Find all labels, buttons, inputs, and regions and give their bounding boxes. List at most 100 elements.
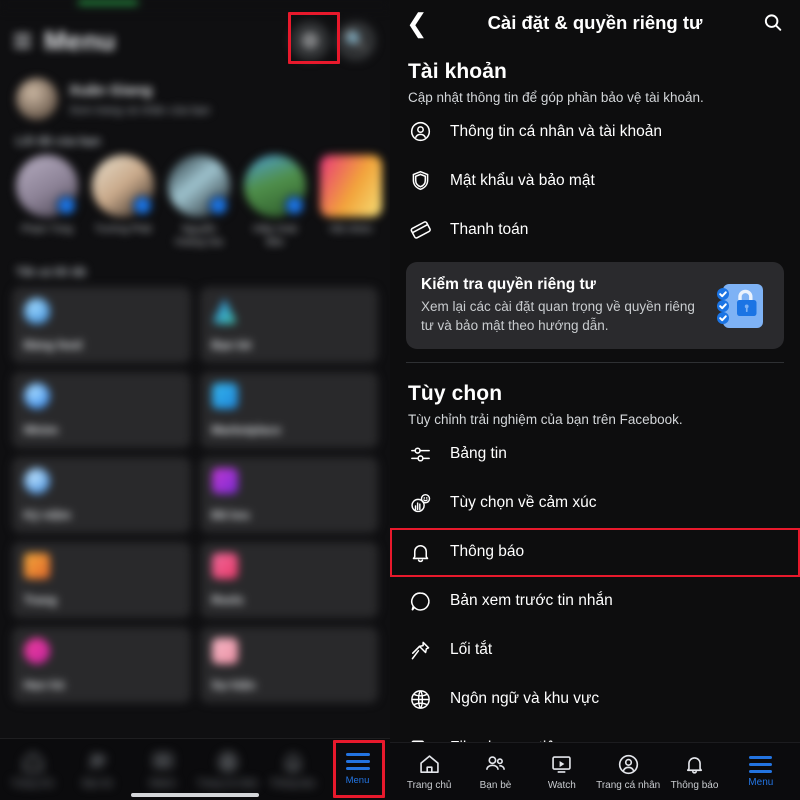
avatar xyxy=(16,78,58,120)
settings-item-personal-info[interactable]: Thông tin cá nhân và tài khoản xyxy=(390,107,800,156)
section-description: Tùy chỉnh trải nghiệm của bạn trên Faceb… xyxy=(408,412,683,428)
list-item[interactable]: Reels xyxy=(199,542,378,618)
pin-icon xyxy=(408,638,433,663)
sidebar-item-label: Thông báo xyxy=(269,777,316,789)
settings-item-label: Ngôn ngữ và khu vực xyxy=(450,690,600,708)
marketplace-icon xyxy=(211,383,238,409)
pages-icon xyxy=(24,553,50,579)
preferences-section-header: Tùy chọn Tùy chỉnh trải nghiệm của bạn t… xyxy=(390,368,800,429)
sidebar-item-watch[interactable]: Watch xyxy=(130,751,195,789)
list-item[interactable]: Nguyễn Hoàng Gia xyxy=(168,155,230,249)
tile-label: Nhóm xyxy=(24,423,58,437)
nav-item-menu[interactable]: Menu xyxy=(728,755,794,788)
privacy-checkup-title: Kiểm tra quyền riêng tư xyxy=(421,276,596,294)
list-item[interactable]: Trang xyxy=(12,542,191,618)
settings-item-payments[interactable]: Thanh toán xyxy=(390,205,800,254)
nav-item-label: Watch xyxy=(547,779,576,791)
groups-icon xyxy=(24,383,50,409)
sidebar-item-home[interactable]: Trang chủ xyxy=(0,751,65,789)
privacy-checkup-card[interactable]: Kiểm tra quyền riêng tư Xem lại các cài … xyxy=(406,262,784,350)
message-preview-icon xyxy=(408,589,433,614)
list-item[interactable]: Hẹn hò xyxy=(12,627,191,703)
profile-row[interactable]: Xuân Giang Xem trang cá nhân của bạn xyxy=(0,72,390,130)
back-chevron-icon[interactable]: ❮ xyxy=(406,10,430,36)
nav-item-home[interactable]: Trang chủ xyxy=(396,753,462,791)
story-thumbnail xyxy=(16,155,78,217)
events-icon xyxy=(211,638,238,664)
account-section-header: Tài khoản Cập nhật thông tin để góp phần… xyxy=(390,46,800,107)
nav-item-friends[interactable]: Bạn bè xyxy=(462,753,528,791)
right-bottom-nav: Trang chủ Bạn bè Watch Trang cá nhân Thô… xyxy=(390,742,800,800)
settings-item-language-region[interactable]: Ngôn ngữ và khu vực xyxy=(390,675,800,724)
bell-icon xyxy=(686,756,702,774)
hamburger-icon xyxy=(749,755,773,773)
profile-name: Xuân Giang xyxy=(69,81,153,99)
sidebar-item-label: Trang cá nhân xyxy=(197,777,258,789)
sidebar-item-menu[interactable]: Menu xyxy=(325,753,390,786)
settings-item-label: Lối tắt xyxy=(450,641,493,659)
home-icon xyxy=(419,754,439,773)
sidebar-item-label: Menu xyxy=(345,775,370,786)
left-blurred-content: Menu ⚙ 🔍 Xuân Giang Xem trang cá nhân củ… xyxy=(0,0,390,703)
list-item[interactable]: Kỷ niệm xyxy=(12,457,191,533)
privacy-checkup-description: Xem lại các cài đặt quan trọng về quyền … xyxy=(421,299,695,333)
nav-item-label: Bạn bè xyxy=(479,779,512,791)
search-glyph: 🔍 xyxy=(344,31,368,52)
nav-item-watch[interactable]: Watch xyxy=(529,753,595,791)
tile-label: Reels xyxy=(211,593,244,607)
list-item[interactable]: Marketplace xyxy=(199,372,378,448)
list-item[interactable]: Sự kiện xyxy=(199,627,378,703)
memories-icon xyxy=(24,468,50,494)
sidebar-item-friends[interactable]: Bạn bè xyxy=(65,751,130,789)
status-bar xyxy=(0,0,390,10)
profile-text: Xuân Giang Xem trang cá nhân của bạn xyxy=(69,82,210,117)
settings-item-news-feed[interactable]: Bảng tin xyxy=(390,430,800,479)
privacy-checklist-lock-icon xyxy=(713,278,769,334)
shortcuts-row: Phạm Tùng Trường Phát Nguyễn Hoàng Gia H… xyxy=(0,155,390,257)
list-item[interactable]: Phạm Tùng xyxy=(16,155,78,249)
story-thumbnail xyxy=(244,155,306,217)
home-indicator xyxy=(131,793,259,797)
list-item[interactable]: Hội nhóm xyxy=(320,155,382,249)
page-title: Cài đặt & quyền riêng tư xyxy=(487,12,703,33)
menu-tiles-grid: Bảng feed Bạn bè Nhóm Marketplace Kỷ niệ… xyxy=(0,287,390,703)
search-icon[interactable]: 🔍 xyxy=(336,21,376,61)
story-label: Hội nhóm xyxy=(329,224,373,235)
tile-label: Trang xyxy=(24,593,57,607)
settings-item-password-security[interactable]: Mật khẩu và bảo mật xyxy=(390,156,800,205)
section-description: Cập nhật thông tin để góp phần bảo vệ tà… xyxy=(408,90,704,105)
hamburger-icon[interactable] xyxy=(14,34,31,48)
gear-icon[interactable]: ⚙ xyxy=(290,21,330,61)
settings-item-shortcuts[interactable]: Lối tắt xyxy=(390,626,800,675)
shortcuts-label: Lối tắt của bạn xyxy=(16,134,101,148)
person-circle-icon xyxy=(408,119,433,144)
list-item[interactable]: Hiệp Hoài Bão xyxy=(244,155,306,249)
settings-item-label: Thông báo xyxy=(450,543,525,561)
profile-subtitle: Xem trang cá nhân của bạn xyxy=(69,104,211,117)
nav-item-profile[interactable]: Trang cá nhân xyxy=(595,753,661,791)
list-item[interactable]: Bạn bè xyxy=(199,287,378,363)
settings-privacy-screen: ❮ Cài đặt & quyền riêng tư Tài khoản Cập… xyxy=(390,0,800,800)
friends-icon xyxy=(211,298,238,324)
settings-item-message-preview[interactable]: Bản xem trước tin nhắn xyxy=(390,577,800,626)
search-glyph xyxy=(764,14,782,31)
feed-icon xyxy=(24,298,50,324)
profile-icon xyxy=(618,754,638,774)
settings-item-reactions[interactable]: Tùy chọn về cảm xúc xyxy=(390,479,800,528)
sidebar-item-label: Trang chủ xyxy=(11,777,54,789)
list-item[interactable]: Đã lưu xyxy=(199,457,378,533)
sidebar-item-profile[interactable]: Trang cá nhân xyxy=(195,751,260,789)
search-icon[interactable] xyxy=(760,12,784,34)
watch-icon xyxy=(552,755,572,773)
all-shortcuts-label: Tất cả lối tắt xyxy=(16,265,87,279)
sidebar-item-notifications[interactable]: Thông báo xyxy=(260,751,325,789)
reels-icon xyxy=(211,553,238,579)
tile-label: Đã lưu xyxy=(211,508,250,522)
settings-item-notifications[interactable]: Thông báo xyxy=(390,527,800,577)
list-item[interactable]: Nhóm xyxy=(12,372,191,448)
tile-label: Sự kiện xyxy=(211,678,256,692)
list-item[interactable]: Bảng feed xyxy=(12,287,191,363)
list-item[interactable]: Trường Phát xyxy=(92,155,154,249)
dating-icon xyxy=(24,638,50,664)
nav-item-notifications[interactable]: Thông báo xyxy=(661,753,727,791)
